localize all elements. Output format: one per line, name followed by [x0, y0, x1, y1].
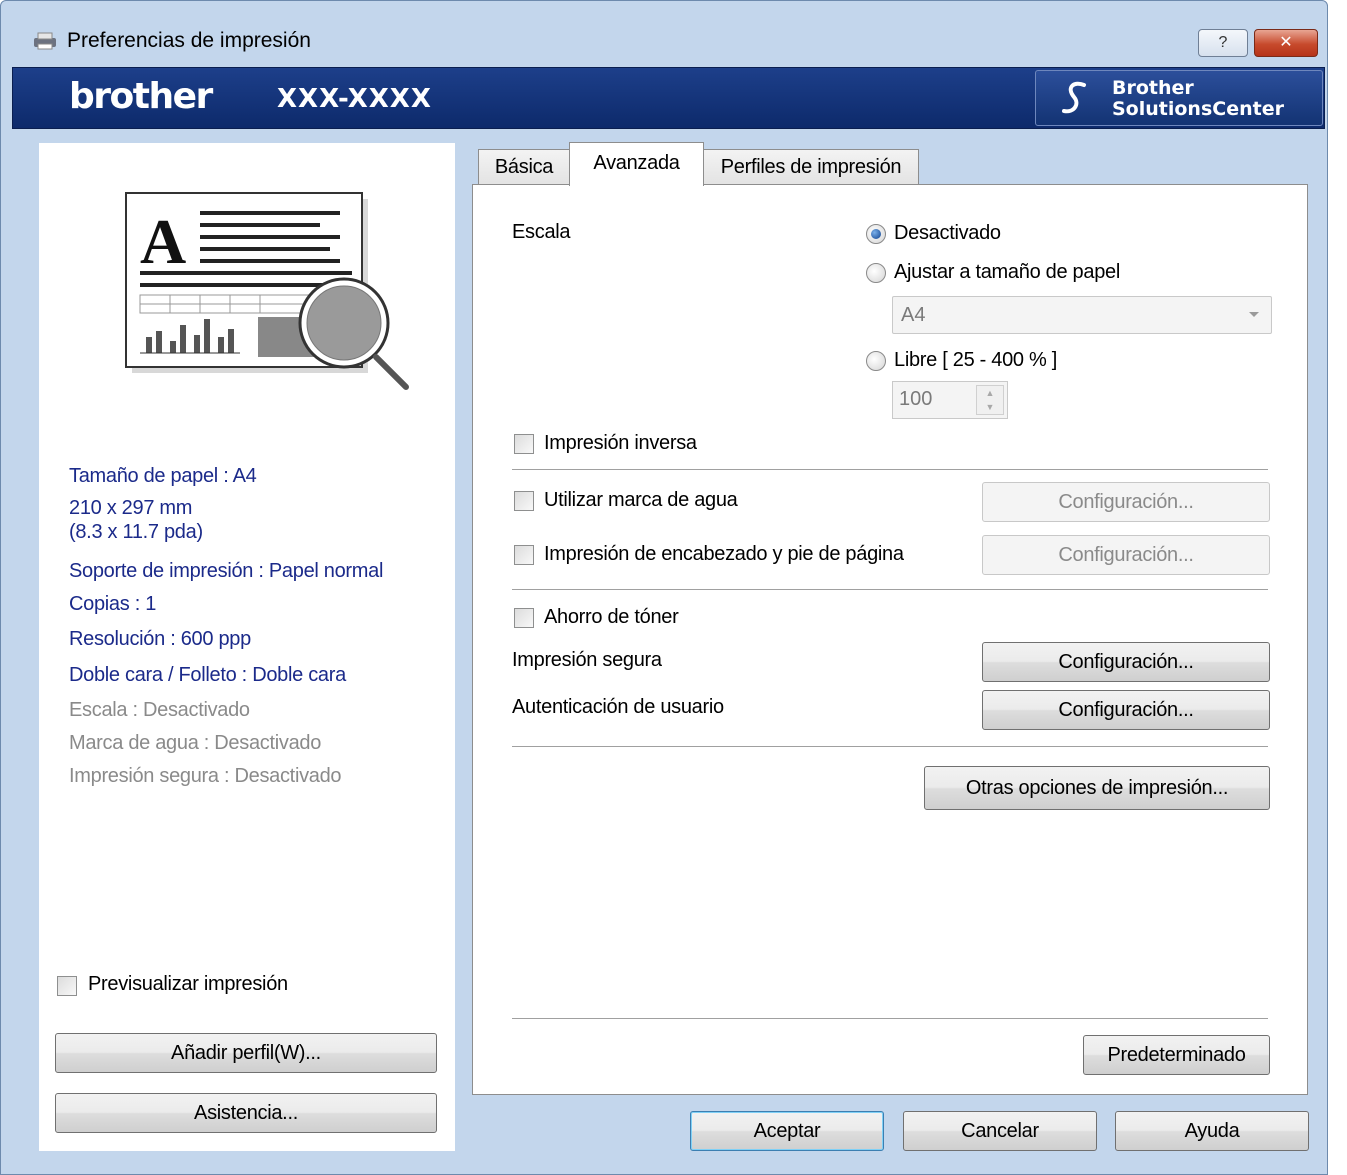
scale-free-radio[interactable] — [866, 351, 886, 371]
watermark-checkbox[interactable] — [514, 491, 534, 511]
dialog-window: Preferencias de impresión ? ✕ brother XX… — [0, 0, 1328, 1175]
tab-basica[interactable]: Básica — [478, 149, 570, 185]
toner-save-checkbox[interactable] — [514, 608, 534, 628]
header-footer-config-button[interactable]: Configuración... — [982, 535, 1270, 575]
solutions-center-button[interactable]: Brother SolutionsCenter — [1035, 70, 1323, 126]
toner-save-label: Ahorro de tóner — [544, 606, 679, 628]
separator — [512, 746, 1268, 747]
help-title-button[interactable]: ? — [1198, 29, 1248, 57]
summary-copies: Copias : 1 — [69, 593, 157, 615]
secure-print-config-button[interactable]: Configuración... — [982, 642, 1270, 682]
summary-dimensions-mm: 210 x 297 mm — [69, 497, 193, 519]
scale-free-label: Libre [ 25 - 400 % ] — [894, 349, 1057, 371]
cancel-button[interactable]: Cancelar — [903, 1111, 1097, 1151]
brand-header: brother XXX-XXXX Brother SolutionsCenter — [12, 67, 1325, 129]
user-auth-label: Autenticación de usuario — [512, 696, 724, 718]
fit-paper-size-value: A4 — [901, 304, 926, 326]
solutions-line-1: Brother — [1112, 77, 1194, 99]
spin-down-icon[interactable]: ▼ — [977, 400, 1003, 414]
window-title: Preferencias de impresión — [67, 29, 311, 52]
summary-duplex: Doble cara / Folleto : Doble cara — [69, 664, 346, 686]
fit-paper-size-select[interactable]: A4 — [892, 296, 1272, 334]
print-preview-icon: A — [125, 192, 409, 390]
summary-panel: A Tamaño de papel: A4 210 x 297 mm (8.3… — [39, 143, 455, 1151]
radio-selected-dot — [871, 229, 881, 239]
header-footer-checkbox[interactable] — [514, 545, 534, 565]
scale-fit-radio[interactable] — [866, 263, 886, 283]
summary-paper-size: Tamaño de papel : A4 — [69, 465, 257, 487]
scale-off-label: Desactivado — [894, 222, 1001, 244]
chevron-down-icon — [1249, 312, 1259, 317]
help-button[interactable]: Ayuda — [1115, 1111, 1309, 1151]
summary-dimensions-in: (8.3 x 11.7 pda) — [69, 521, 203, 543]
preview-checkbox-label: Previsualizar impresión — [88, 973, 288, 995]
scale-off-radio[interactable] — [866, 224, 886, 244]
scale-percent-value: 100 — [899, 388, 933, 410]
spin-up-icon[interactable]: ▲ — [977, 386, 1003, 400]
spinner-buttons[interactable]: ▲ ▼ — [976, 385, 1004, 415]
add-profile-button[interactable]: Añadir perfil(W)... — [55, 1033, 437, 1073]
default-button[interactable]: Predeterminado — [1083, 1035, 1270, 1075]
svg-text:A: A — [140, 206, 186, 277]
summary-secure: Impresión segura : Desactivado — [69, 765, 342, 787]
tab-avanzada[interactable]: Avanzada — [569, 142, 704, 186]
summary-resolution: Resolución : 600 ppp — [69, 628, 251, 650]
other-print-options-button[interactable]: Otras opciones de impresión... — [924, 766, 1270, 810]
summary-media: Soporte de impresión : Papel normal — [69, 560, 384, 582]
watermark-label: Utilizar marca de agua — [544, 489, 738, 511]
close-button[interactable]: ✕ — [1254, 29, 1318, 57]
separator — [512, 469, 1268, 470]
summary-watermark: Marca de agua : Desactivado — [69, 732, 322, 754]
solutions-center-icon — [1062, 81, 1086, 114]
separator — [512, 589, 1268, 590]
preview-checkbox[interactable] — [57, 976, 77, 996]
reverse-print-label: Impresión inversa — [544, 432, 697, 454]
scale-label: Escala — [512, 221, 571, 243]
scale-fit-label: Ajustar a tamaño de papel — [894, 261, 1120, 283]
reverse-print-checkbox[interactable] — [514, 434, 534, 454]
title-bar: Preferencias de impresión ? ✕ — [1, 15, 1329, 67]
brother-logo: brother — [69, 76, 213, 117]
header-footer-label: Impresión de encabezado y pie de página — [544, 543, 904, 565]
support-button[interactable]: Asistencia... — [55, 1093, 437, 1133]
user-auth-config-button[interactable]: Configuración... — [982, 690, 1270, 730]
secure-print-label: Impresión segura — [512, 649, 662, 671]
separator — [512, 1018, 1268, 1019]
watermark-config-button[interactable]: Configuración... — [982, 482, 1270, 522]
scale-percent-spinner[interactable]: 100 ▲ ▼ — [892, 381, 1008, 419]
ok-button[interactable]: Aceptar — [690, 1111, 884, 1151]
printer-model: XXX-XXXX — [277, 84, 432, 114]
tab-perfiles[interactable]: Perfiles de impresión — [703, 149, 919, 185]
printer-icon — [34, 32, 56, 50]
solutions-line-2: SolutionsCenter — [1112, 98, 1284, 120]
summary-scale: Escala : Desactivado — [69, 699, 250, 721]
